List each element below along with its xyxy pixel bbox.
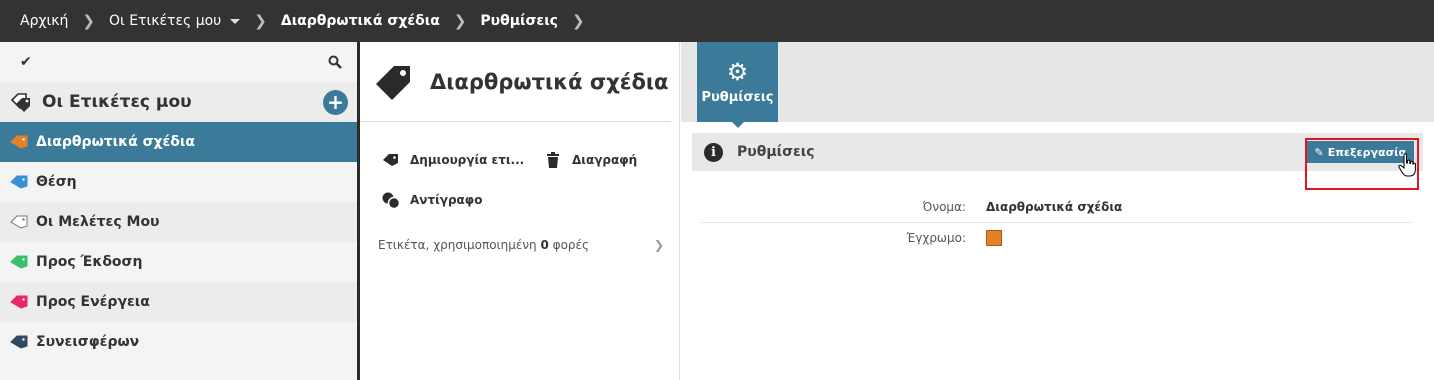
- sidebar-item-label: Θέση: [36, 174, 77, 190]
- tag-properties: Όνομα: Διαρθρωτικά σχέδια Έγχρωμο:: [701, 192, 1413, 252]
- sidebar-item-tag[interactable]: Προς Ενέργεια: [0, 282, 358, 322]
- property-row-name: Όνομα: Διαρθρωτικά σχέδια: [701, 192, 1413, 222]
- usage-prefix: Ετικέτα, χρησιμοποιημένη: [378, 238, 537, 252]
- breadcrumb-home[interactable]: Αρχική: [20, 13, 68, 29]
- settings-panel: ⚙ Ρυθμίσεις i Ρυθμίσεις ✎ Επεξεργασία Όν…: [681, 42, 1434, 380]
- copy-icon: [380, 191, 402, 209]
- usage-suffix: φορές: [552, 238, 590, 252]
- tag-usage-text: Ετικέτα, χρησιμοποιημένη 0 φορές: [378, 238, 589, 252]
- color-label: Έγχρωμο:: [906, 230, 966, 245]
- tags-icon: [10, 93, 30, 112]
- sidebar-header: Οι Ετικέτες μου +: [0, 82, 358, 122]
- name-value: Διαρθρωτικά σχέδια: [986, 200, 1123, 214]
- add-tag-button[interactable]: +: [323, 89, 348, 115]
- tag-detail-title: Διαρθρωτικά σχέδια: [430, 69, 669, 94]
- tag-list: Διαρθρωτικά σχέδια Θέση Οι Μελέτες Μου Προς…: [0, 122, 358, 362]
- info-icon: i: [704, 142, 723, 162]
- tag-actions: Δημιουργία ετι... Διαγραφή Αντίγραφο: [360, 122, 679, 220]
- chevron-right-icon: ❯: [653, 238, 664, 252]
- trash-icon: [542, 152, 564, 168]
- tag-icon: [380, 153, 402, 167]
- hand-cursor-icon: [1398, 153, 1416, 177]
- tab-bar: ⚙ Ρυθμίσεις: [681, 42, 1434, 128]
- create-tag-button[interactable]: Δημιουργία ετι...: [380, 153, 542, 167]
- chevron-right-icon: ❯: [453, 12, 467, 30]
- tab-settings-label: Ρυθμίσεις: [701, 89, 774, 105]
- breadcrumb: Αρχική ❯ Οι Ετικέτες μου ❯ Διαρθρωτικά σ…: [0, 0, 1434, 42]
- sidebar-item-label: Οι Μελέτες Μου: [36, 214, 160, 230]
- tag-detail-header: Διαρθρωτικά σχέδια: [360, 42, 671, 122]
- property-row-color: Έγχρωμο:: [701, 222, 1413, 252]
- sidebar-item-tag[interactable]: Οι Μελέτες Μου: [0, 202, 358, 242]
- tag-icon: [10, 135, 28, 149]
- gear-icon: ⚙: [726, 57, 749, 86]
- sidebar-item-label: Διαρθρωτικά σχέδια: [36, 134, 195, 150]
- tag-usage-row[interactable]: Ετικέτα, χρησιμοποιημένη 0 φορές ❯: [378, 238, 664, 252]
- breadcrumb-settings-label: Ρυθμίσεις: [480, 13, 558, 29]
- sidebar-item-tag[interactable]: Προς Έκδοση: [0, 242, 358, 282]
- breadcrumb-my-tags-label: Οι Ετικέτες μου: [109, 13, 222, 29]
- sidebar-item-tag[interactable]: Διαρθρωτικά σχέδια: [0, 122, 358, 162]
- sidebar-item-label: Συνεισφέρων: [36, 334, 140, 350]
- tag-icon: [376, 65, 410, 100]
- tab-pointer: [731, 121, 745, 128]
- color-swatch: [986, 229, 1002, 246]
- tag-icon: [10, 295, 28, 309]
- create-tag-label: Δημιουργία ετι...: [410, 153, 525, 167]
- tag-icon: [10, 255, 28, 269]
- name-label: Όνομα:: [922, 200, 966, 214]
- breadcrumb-home-label: Αρχική: [20, 13, 69, 29]
- tag-detail-panel: Διαρθρωτικά σχέδια Δημιουργία ετι... Δια…: [360, 42, 680, 380]
- sidebar: ✔ Οι Ετικέτες μου + Διαρθρωτικά σχέδια Θέ…: [0, 42, 358, 380]
- chevron-right-icon: ❯: [254, 12, 267, 30]
- breadcrumb-tag-label: Διαρθρωτικά σχέδια: [280, 13, 440, 29]
- copy-label: Αντίγραφο: [410, 193, 483, 207]
- chevron-right-icon: ❯: [82, 12, 95, 30]
- breadcrumb-tag[interactable]: Διαρθρωτικά σχέδια: [281, 13, 440, 29]
- copy-button[interactable]: Αντίγραφο: [380, 191, 482, 209]
- sidebar-item-tag[interactable]: Θέση: [0, 162, 358, 202]
- usage-count: 0: [540, 238, 549, 252]
- delete-button[interactable]: Διαγραφή: [542, 152, 637, 168]
- tag-icon: [10, 335, 28, 349]
- sidebar-title: Οι Ετικέτες μου: [42, 92, 192, 112]
- sidebar-toolbar: ✔: [0, 42, 358, 82]
- sidebar-item-label: Προς Ενέργεια: [36, 294, 150, 310]
- checkmark-icon[interactable]: ✔: [20, 54, 32, 70]
- tag-icon: [10, 175, 28, 189]
- breadcrumb-settings[interactable]: Ρυθμίσεις: [480, 13, 558, 29]
- breadcrumb-my-tags[interactable]: Οι Ετικέτες μου: [109, 13, 241, 29]
- chevron-right-icon: ❯: [571, 12, 585, 30]
- delete-label: Διαγραφή: [572, 153, 638, 167]
- sidebar-item-tag[interactable]: Συνεισφέρων: [0, 322, 358, 362]
- tab-settings[interactable]: ⚙ Ρυθμίσεις: [697, 42, 778, 128]
- search-icon[interactable]: [328, 55, 342, 69]
- caret-down-icon[interactable]: [230, 18, 241, 24]
- tag-icon: [10, 215, 28, 229]
- sidebar-item-label: Προς Έκδοση: [36, 254, 143, 270]
